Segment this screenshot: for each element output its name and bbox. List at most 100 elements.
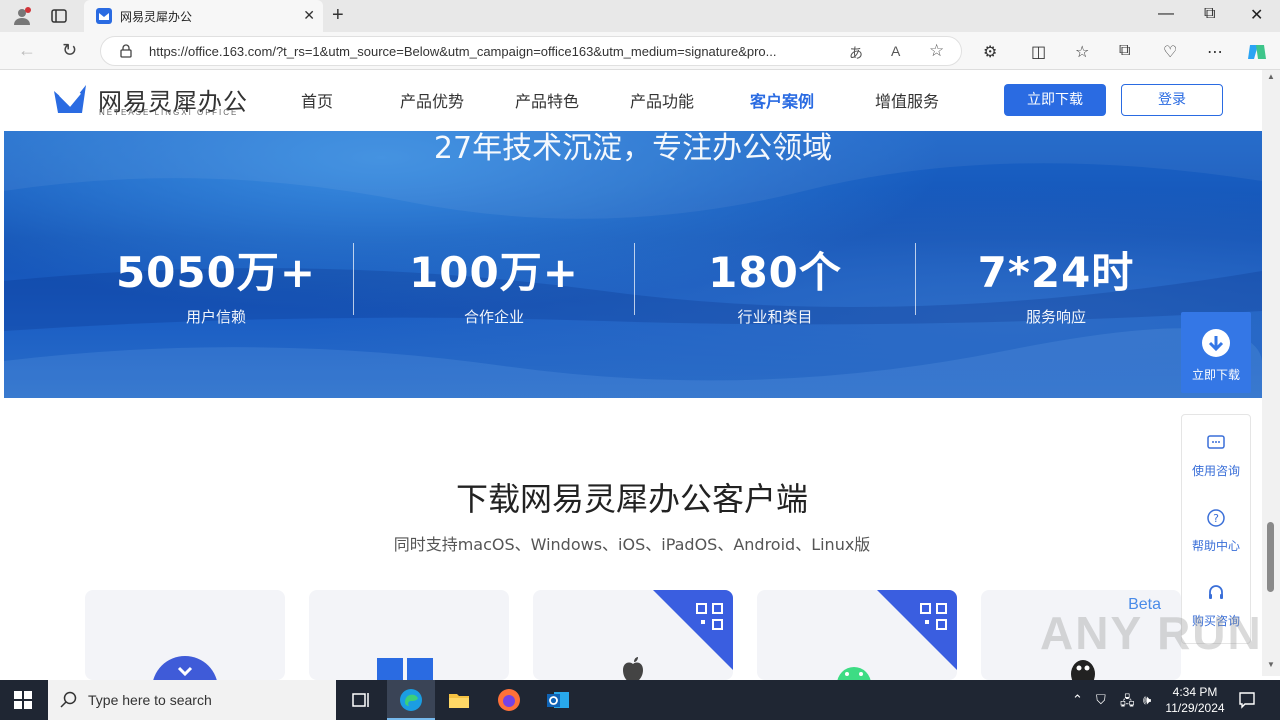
minimize-button[interactable]: —	[1158, 5, 1174, 23]
stat-value: 7*24时	[977, 248, 1135, 297]
login-button[interactable]: 登录	[1121, 84, 1223, 116]
network-icon[interactable]: 🖧	[1120, 692, 1135, 714]
help-center-item[interactable]: ? 帮助中心	[1182, 508, 1250, 554]
folder-icon	[449, 694, 469, 708]
copilot-icon[interactable]	[1246, 41, 1268, 63]
download-card-windows[interactable]	[309, 590, 509, 680]
taskbar-clock[interactable]: 4:34 PM 11/29/2024	[1160, 684, 1230, 716]
back-arrow-icon[interactable]: ←	[18, 40, 36, 61]
download-arrow-icon	[1202, 329, 1230, 357]
download-card-android[interactable]	[757, 590, 957, 680]
more-menu-icon[interactable]: ⋯	[1207, 42, 1223, 62]
scroll-thumb[interactable]	[1267, 522, 1274, 592]
browser-essentials-icon[interactable]: ♡	[1163, 42, 1177, 62]
scroll-up-icon[interactable]: ▲	[1267, 72, 1275, 81]
stat-industries: 180个 行业和类目	[635, 239, 915, 327]
scroll-down-icon[interactable]: ▼	[1267, 660, 1275, 669]
help-center-label: 帮助中心	[1191, 539, 1240, 553]
edge-icon	[400, 689, 422, 711]
windows-start-icon[interactable]	[14, 691, 32, 709]
qr-code-icon[interactable]	[653, 590, 733, 670]
url-text: https://office.163.com/?t_rs=1&utm_sourc…	[149, 44, 777, 59]
tray-chevron-icon[interactable]: ⌃	[1072, 692, 1083, 708]
maximize-button[interactable]: ⧉	[1204, 5, 1215, 23]
stat-value: 100万+	[409, 248, 579, 297]
stat-enterprises: 100万+ 合作企业	[354, 239, 634, 327]
stat-label: 合作企业	[463, 308, 524, 326]
download-section-title: 下载网易灵犀办公客户端	[455, 480, 808, 518]
active-tab[interactable]: 网易灵犀办公 ✕	[84, 0, 323, 32]
clock-time: 4:34 PM	[1172, 685, 1218, 699]
taskbar-file-explorer[interactable]	[435, 680, 483, 720]
windows-icon	[377, 658, 433, 680]
download-card-macos[interactable]	[85, 590, 285, 680]
nav-functions[interactable]: 产品功能	[630, 88, 694, 112]
banner-title: 27年技术沉淀，专注办公领域	[433, 131, 833, 166]
headset-icon	[1209, 585, 1223, 599]
collections-icon[interactable]: ⧉	[1119, 42, 1130, 60]
floating-download-label: 立即下载	[1191, 368, 1240, 382]
favorites-icon[interactable]: ☆	[1075, 42, 1089, 62]
download-now-button[interactable]: 立即下载	[1004, 84, 1106, 116]
profile-icon[interactable]	[12, 6, 32, 26]
stat-label: 用户信赖	[185, 308, 246, 326]
help-icon: ?	[1207, 509, 1225, 527]
taskbar-edge[interactable]	[387, 680, 435, 720]
favorite-star-icon[interactable]: ☆	[929, 41, 944, 61]
svg-text:?: ?	[1213, 512, 1219, 525]
outlook-icon	[547, 692, 569, 708]
stat-value: 180个	[708, 248, 842, 297]
split-screen-icon[interactable]: ◫	[1031, 42, 1046, 62]
apple-icon	[623, 657, 643, 680]
download-card-ios[interactable]	[533, 590, 733, 680]
browser-tab-bar: 网易灵犀办公 ✕ + — ⧉ ✕	[0, 0, 1280, 32]
usage-consult-label: 使用咨询	[1191, 464, 1240, 478]
tab-actions-icon[interactable]	[50, 7, 68, 25]
stat-service: 7*24时 服务响应	[916, 239, 1196, 327]
firefox-icon	[498, 689, 520, 711]
clock-date: 11/29/2024	[1165, 701, 1225, 715]
android-icon	[837, 667, 871, 680]
site-header: 网易灵犀办公 NETEASE LINGXI OFFICE 首页 产品优势 产品特…	[4, 70, 1262, 131]
close-window-button[interactable]: ✕	[1250, 5, 1263, 25]
macos-icon	[153, 656, 217, 680]
task-view-icon	[352, 693, 369, 707]
volume-icon[interactable]: 🕪	[1143, 692, 1151, 708]
nav-advantages[interactable]: 产品优势	[400, 88, 464, 112]
url-field[interactable]: https://office.163.com/?t_rs=1&utm_sourc…	[100, 36, 962, 66]
taskbar-outlook[interactable]	[534, 680, 582, 720]
search-icon	[60, 691, 77, 708]
notification-icon[interactable]	[1238, 691, 1256, 709]
read-aloud-icon[interactable]: A	[891, 43, 900, 59]
lock-icon[interactable]	[119, 44, 133, 58]
stat-value: 5050万+	[115, 248, 317, 297]
search-placeholder: Type here to search	[88, 692, 212, 708]
taskbar-search-box[interactable]: Type here to search	[48, 680, 336, 720]
page-scrollbar[interactable]: ▲ ▼	[1262, 70, 1280, 676]
taskbar-firefox[interactable]	[485, 680, 533, 720]
stat-label: 服务响应	[1025, 308, 1086, 326]
new-tab-button[interactable]: +	[332, 4, 344, 27]
qr-code-icon[interactable]	[877, 590, 957, 670]
nav-value-added-services[interactable]: 增值服务	[875, 88, 939, 112]
task-view-button[interactable]	[338, 680, 386, 720]
tray-security-icon[interactable]: ⛉	[1096, 692, 1106, 708]
logo-text-en: NETEASE LINGXI OFFICE	[99, 108, 239, 117]
translate-icon[interactable]: あ	[849, 43, 863, 63]
address-bar-row: ← ↻ https://office.163.com/?t_rs=1&utm_s…	[0, 32, 1280, 70]
stat-users: 5050万+ 用户信赖	[76, 239, 356, 327]
anyrun-watermark: ANY RUN	[1040, 607, 1263, 659]
nav-home[interactable]: 首页	[301, 88, 333, 112]
nav-features[interactable]: 产品特色	[515, 88, 579, 112]
usage-consult-item[interactable]: 使用咨询	[1182, 433, 1250, 479]
netease-lingxi-logo-icon[interactable]	[52, 81, 88, 117]
stat-label: 行业和类目	[737, 308, 813, 326]
floating-download-button[interactable]: 立即下载	[1181, 312, 1251, 393]
close-tab-icon[interactable]: ✕	[303, 7, 315, 24]
stats-banner: 27年技术沉淀，专注办公领域 5050万+ 用户信赖 100万+ 合作企业 18…	[4, 131, 1262, 398]
extensions-icon[interactable]: ⚙	[983, 42, 997, 62]
download-section-subtitle: 同时支持macOS、Windows、iOS、iPadOS、Android、Lin…	[393, 535, 871, 554]
nav-customer-cases[interactable]: 客户案例	[750, 88, 814, 112]
tab-title: 网易灵犀办公	[120, 10, 193, 24]
refresh-icon[interactable]: ↻	[62, 40, 77, 61]
